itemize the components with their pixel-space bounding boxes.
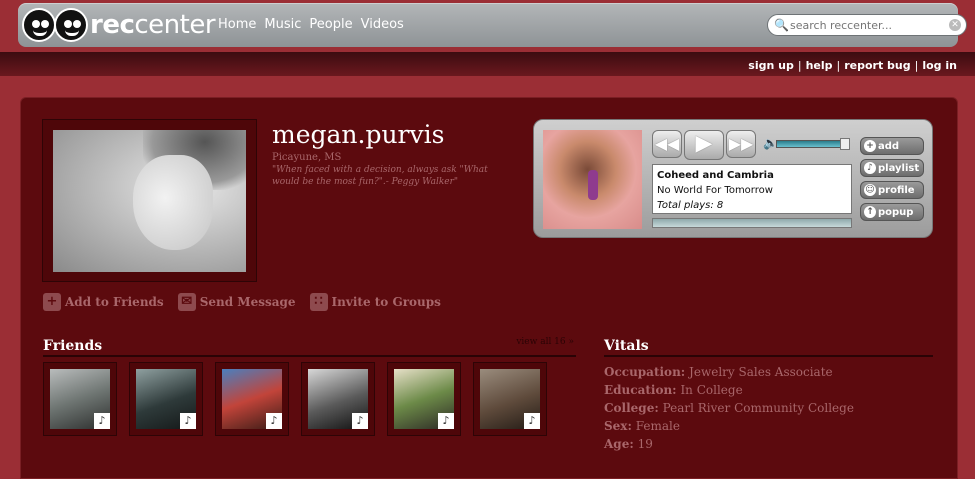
vitals-title: Vitals — [604, 338, 649, 354]
plus-icon: + — [864, 140, 876, 152]
friend-thumbnail[interactable]: ♪ — [215, 362, 289, 436]
total-plays: Total plays: 8 — [657, 200, 724, 211]
music-note-icon: ♪ — [266, 413, 282, 429]
plus-icon: + — [43, 293, 61, 311]
friend-thumbnail[interactable]: ♪ — [129, 362, 203, 436]
group-icon: ∷ — [309, 293, 328, 311]
music-note-icon: ♪ — [180, 413, 196, 429]
friend-thumbnail[interactable]: ♪ — [43, 362, 117, 436]
profile-quote: "When faced with a decision, always ask … — [272, 165, 488, 187]
profile-username: megan.purvis — [272, 120, 445, 149]
logo-text: reccenter — [90, 10, 216, 40]
vital-education: Education: In College — [604, 383, 743, 397]
music-note-icon: ♪ — [94, 413, 110, 429]
nav-videos[interactable]: Videos — [361, 17, 404, 32]
add-button[interactable]: + add — [860, 137, 924, 155]
log-in-link[interactable]: log in — [922, 59, 957, 72]
friends-list: ♪ ♪ ♪ ♪ ♪ ♪ — [43, 362, 547, 436]
playlist-button[interactable]: ♪ playlist — [860, 159, 924, 177]
friend-thumbnail[interactable]: ♪ — [473, 362, 547, 436]
music-note-icon: ♪ — [438, 413, 454, 429]
search-input[interactable] — [788, 18, 940, 32]
profile-location: Picayune, MS — [272, 152, 342, 163]
profile-photo[interactable] — [53, 130, 246, 272]
volume-slider-handle[interactable] — [840, 138, 850, 150]
track-progress-bar[interactable] — [652, 218, 852, 228]
play-button[interactable]: ▶ — [684, 130, 724, 160]
face-icon: ☺ — [864, 184, 876, 196]
music-note-icon: ♪ — [864, 162, 876, 174]
music-player: ◀◀ ▶ ▶▶ 🔈 Coheed and Cambria No World Fo… — [533, 119, 933, 238]
vital-college: College: Pearl River Community College — [604, 401, 854, 415]
popup-button[interactable]: ↑ popup — [860, 203, 924, 221]
friends-title: Friends — [43, 338, 103, 354]
profile-button[interactable]: ☺ profile — [860, 181, 924, 199]
vitals-header: Vitals — [604, 335, 933, 357]
envelope-icon: ✉ — [177, 293, 196, 311]
report-bug-link[interactable]: report bug — [844, 59, 910, 72]
view-all-friends-link[interactable]: view all 16 » — [516, 337, 574, 347]
nav-people[interactable]: People — [309, 17, 352, 32]
add-to-friends-button[interactable]: + Add to Friends — [43, 293, 164, 311]
music-note-icon: ♪ — [524, 413, 540, 429]
send-message-button[interactable]: ✉ Send Message — [177, 293, 296, 311]
friend-thumbnail[interactable]: ♪ — [387, 362, 461, 436]
user-links: sign up | help | report bug | log in — [748, 59, 957, 72]
vital-sex: Sex: Female — [604, 419, 680, 433]
main-nav: Home Music People Videos — [218, 17, 404, 32]
sign-up-link[interactable]: sign up — [748, 59, 794, 72]
next-track-button[interactable]: ▶▶ — [726, 130, 756, 158]
logo-faces-icon — [22, 8, 88, 42]
search-icon[interactable]: 🔍 — [774, 18, 789, 32]
vital-age: Age: 19 — [604, 437, 653, 451]
help-link[interactable]: help — [806, 59, 833, 72]
arrow-up-icon: ↑ — [864, 206, 876, 218]
profile-actions: + Add to Friends ✉ Send Message ∷ Invite… — [43, 293, 441, 311]
volume-slider[interactable] — [776, 140, 848, 148]
vitals-list: Occupation: Jewelry Sales Associate Educ… — [604, 363, 854, 453]
track-artist: Coheed and Cambria — [657, 170, 774, 181]
invite-to-groups-button[interactable]: ∷ Invite to Groups — [309, 293, 441, 311]
nav-home[interactable]: Home — [218, 17, 256, 32]
profile-photo-frame — [42, 119, 257, 282]
track-title: No World For Tomorrow — [657, 185, 773, 196]
vital-occupation: Occupation: Jewelry Sales Associate — [604, 365, 833, 379]
search-box: 🔍 ✕ — [767, 14, 967, 36]
previous-track-button[interactable]: ◀◀ — [652, 130, 682, 158]
reccenter-logo[interactable]: reccenter — [22, 7, 216, 43]
now-playing-info: Coheed and Cambria No World For Tomorrow… — [652, 164, 852, 214]
clear-search-icon[interactable]: ✕ — [949, 19, 961, 31]
friends-header: Friends view all 16 » — [43, 335, 576, 357]
friend-thumbnail[interactable]: ♪ — [301, 362, 375, 436]
album-art — [543, 130, 642, 229]
top-bar: reccenter Home Music People Videos 🔍 ✕ — [18, 3, 967, 47]
nav-music[interactable]: Music — [264, 17, 301, 32]
music-note-icon: ♪ — [352, 413, 368, 429]
